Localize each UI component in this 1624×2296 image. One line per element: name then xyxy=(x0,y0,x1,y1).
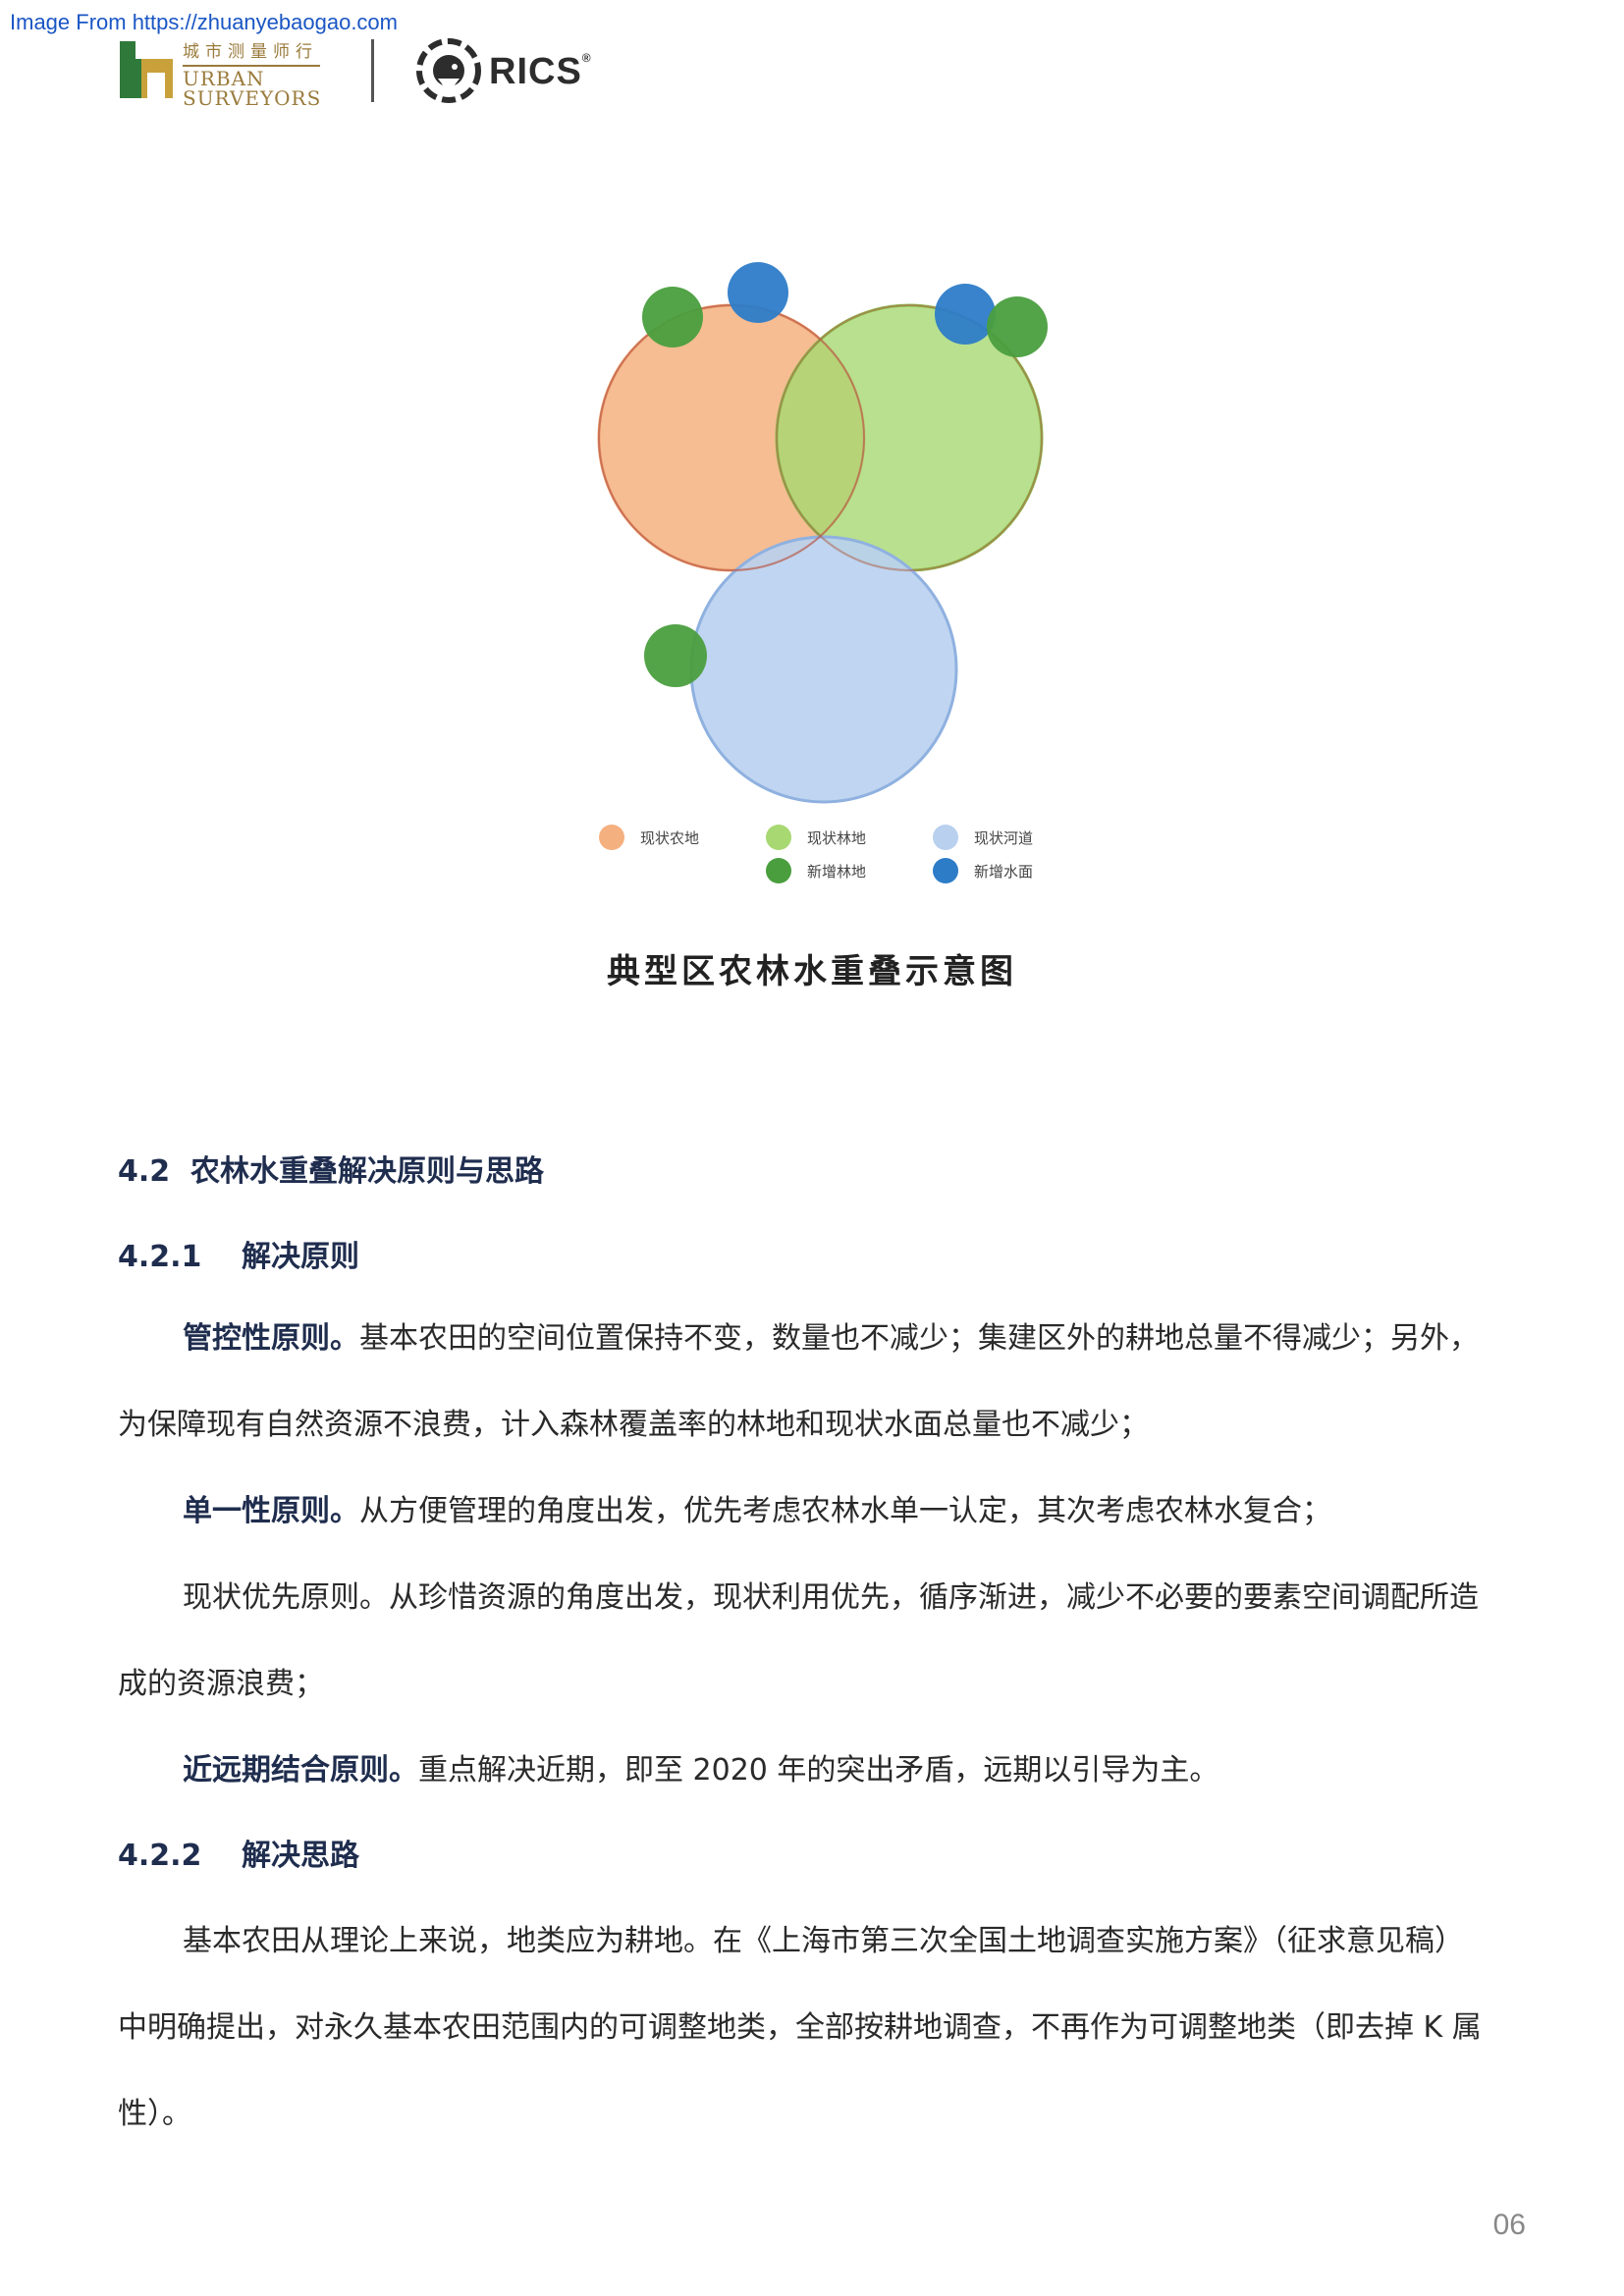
section-title: 解决思路 xyxy=(242,1839,359,1873)
paragraph-line: 基本农田从理论上来说，地类应为耕地。在《上海市第三次全国土地调查实施方案》（征求… xyxy=(118,1898,1522,1985)
paragraph-line: 为保障现有自然资源不浪费，计入森林覆盖率的林地和现状水面总量也不减少； xyxy=(118,1382,1522,1468)
paragraph-solution-approach: 基本农田从理论上来说，地类应为耕地。在《上海市第三次全国土地调查实施方案》（征求… xyxy=(118,1898,1522,2158)
section-title: 解决原则 xyxy=(242,1240,359,1274)
new-forest-left xyxy=(644,624,707,687)
legend-swatch-new-water xyxy=(933,858,958,883)
principle-name: 单一性原则。 xyxy=(183,1494,359,1528)
new-water-top-right xyxy=(935,284,996,345)
section-heading-4-2: 4.2 农林水重叠解决原则与思路 xyxy=(118,1147,544,1190)
urban-surveyors-chinese-name: 城市测量师行 xyxy=(183,42,318,62)
logo-divider xyxy=(371,39,374,102)
legend-label: 现状林地 xyxy=(807,828,867,847)
legend-item-existing-river: 现状河道 xyxy=(933,825,1033,850)
rics-wordmark: RICS® xyxy=(489,51,592,93)
paragraph-line: 管控性原则。基本农田的空间位置保持不变，数量也不减少；集建区外的耕地总量不得减少… xyxy=(118,1296,1522,1382)
surveyors-text: SURVEYORS xyxy=(183,86,322,110)
principle-name: 近远期结合原则。 xyxy=(183,1753,418,1788)
urban-text: URBAN xyxy=(183,67,265,90)
section-number: 4.2.1 xyxy=(118,1240,202,1274)
paragraph-line: 中明确提出，对永久基本农田范围内的可调整地类，全部按耕地调查，不再作为可调整地类… xyxy=(118,1985,1522,2071)
paragraph-text: 现状优先原则。从珍惜资源的角度出发，现状利用优先，循序渐进，减少不必要的要素空间… xyxy=(183,1580,1479,1615)
section-number: 4.2.2 xyxy=(118,1839,202,1873)
source-watermark[interactable]: Image From https://zhuanyebaogao.com xyxy=(10,10,398,35)
legend-swatch-existing-farmland xyxy=(599,825,624,850)
paragraph-single-principle: 单一性原则。从方便管理的角度出发，优先考虑农林水单一认定，其次考虑农林水复合； xyxy=(118,1468,1522,1555)
paragraph-text: 成的资源浪费； xyxy=(118,1667,324,1701)
new-forest-top-right xyxy=(987,296,1048,357)
paragraph-text: 中明确提出，对永久基本农田范围内的可调整地类，全部按耕地调查，不再作为可调整地类… xyxy=(118,2010,1482,2045)
legend-label: 现状河道 xyxy=(974,828,1034,847)
urban-surveyors-wordmark: 城市测量师行 URBAN SURVEYORS xyxy=(183,37,448,108)
figure-caption: 典型区农林水重叠示意图 xyxy=(607,952,1017,991)
new-water-top xyxy=(728,262,788,323)
header-logos: 城市测量师行 URBAN SURVEYORS RICS® xyxy=(118,35,628,108)
paragraph-line: 近远期结合原则。重点解决近期，即至 2020 年的突出矛盾，远期以引导为主。 xyxy=(118,1728,1522,1814)
paragraph-near-long-term-principle: 近远期结合原则。重点解决近期，即至 2020 年的突出矛盾，远期以引导为主。 xyxy=(118,1728,1522,1814)
paragraph-control-principle: 管控性原则。基本农田的空间位置保持不变，数量也不减少；集建区外的耕地总量不得减少… xyxy=(118,1296,1522,1468)
paragraph-text: 基本农田从理论上来说，地类应为耕地。在《上海市第三次全国土地调查实施方案》（征求… xyxy=(183,1924,1464,1958)
diagram-legend: 现状农地 现状林地 现状河道 新增林地 新增水面 xyxy=(579,825,1070,903)
overlap-diagram xyxy=(597,262,1048,804)
section-number: 4.2 xyxy=(118,1154,171,1189)
registered-mark: ® xyxy=(581,51,592,65)
section-heading-4-2-2: 4.2.2 解决思路 xyxy=(118,1831,359,1874)
circle-existing-river xyxy=(689,535,958,804)
paragraph-line: 成的资源浪费； xyxy=(118,1641,1522,1728)
page-number: 06 xyxy=(1492,2209,1526,2241)
legend-item-existing-farmland: 现状农地 xyxy=(599,825,699,850)
rics-lion-icon xyxy=(416,38,481,103)
paragraph-text: 重点解决近期，即至 2020 年的突出矛盾，远期以引导为主。 xyxy=(418,1753,1219,1788)
paragraph-text: 为保障现有自然资源不浪费，计入森林覆盖率的林地和现状水面总量也不减少； xyxy=(118,1408,1149,1442)
new-forest-top-left xyxy=(642,287,703,347)
legend-label: 新增林地 xyxy=(807,862,867,881)
paragraph-text: 基本农田的空间位置保持不变，数量也不减少；集建区外的耕地总量不得减少；另外， xyxy=(359,1321,1479,1356)
legend-item-existing-forest: 现状林地 xyxy=(766,825,866,850)
rics-text: RICS xyxy=(489,51,582,92)
legend-item-new-forest: 新增林地 xyxy=(766,858,866,883)
paragraph-text: 性）。 xyxy=(118,2097,191,2131)
legend-swatch-existing-forest xyxy=(766,825,791,850)
paragraph-line: 单一性原则。从方便管理的角度出发，优先考虑农林水单一认定，其次考虑农林水复合； xyxy=(118,1468,1522,1555)
legend-item-new-water: 新增水面 xyxy=(933,858,1033,883)
legend-swatch-existing-river xyxy=(933,825,958,850)
paragraph-line: 性）。 xyxy=(118,2071,1522,2158)
section-heading-4-2-1: 4.2.1 解决原则 xyxy=(118,1232,359,1275)
paragraph-line: 现状优先原则。从珍惜资源的角度出发，现状利用优先，循序渐进，减少不必要的要素空间… xyxy=(118,1555,1522,1641)
legend-label: 现状农地 xyxy=(640,828,700,847)
legend-swatch-new-forest xyxy=(766,858,791,883)
legend-label: 新增水面 xyxy=(974,862,1034,881)
paragraph-text: 从方便管理的角度出发，优先考虑农林水单一认定，其次考虑农林水复合； xyxy=(359,1494,1331,1528)
urban-surveyors-logo-icon xyxy=(120,41,173,98)
paragraph-status-priority-principle: 现状优先原则。从珍惜资源的角度出发，现状利用优先，循序渐进，减少不必要的要素空间… xyxy=(118,1555,1522,1728)
principle-name: 管控性原则。 xyxy=(183,1321,359,1356)
section-title: 农林水重叠解决原则与思路 xyxy=(190,1154,544,1189)
